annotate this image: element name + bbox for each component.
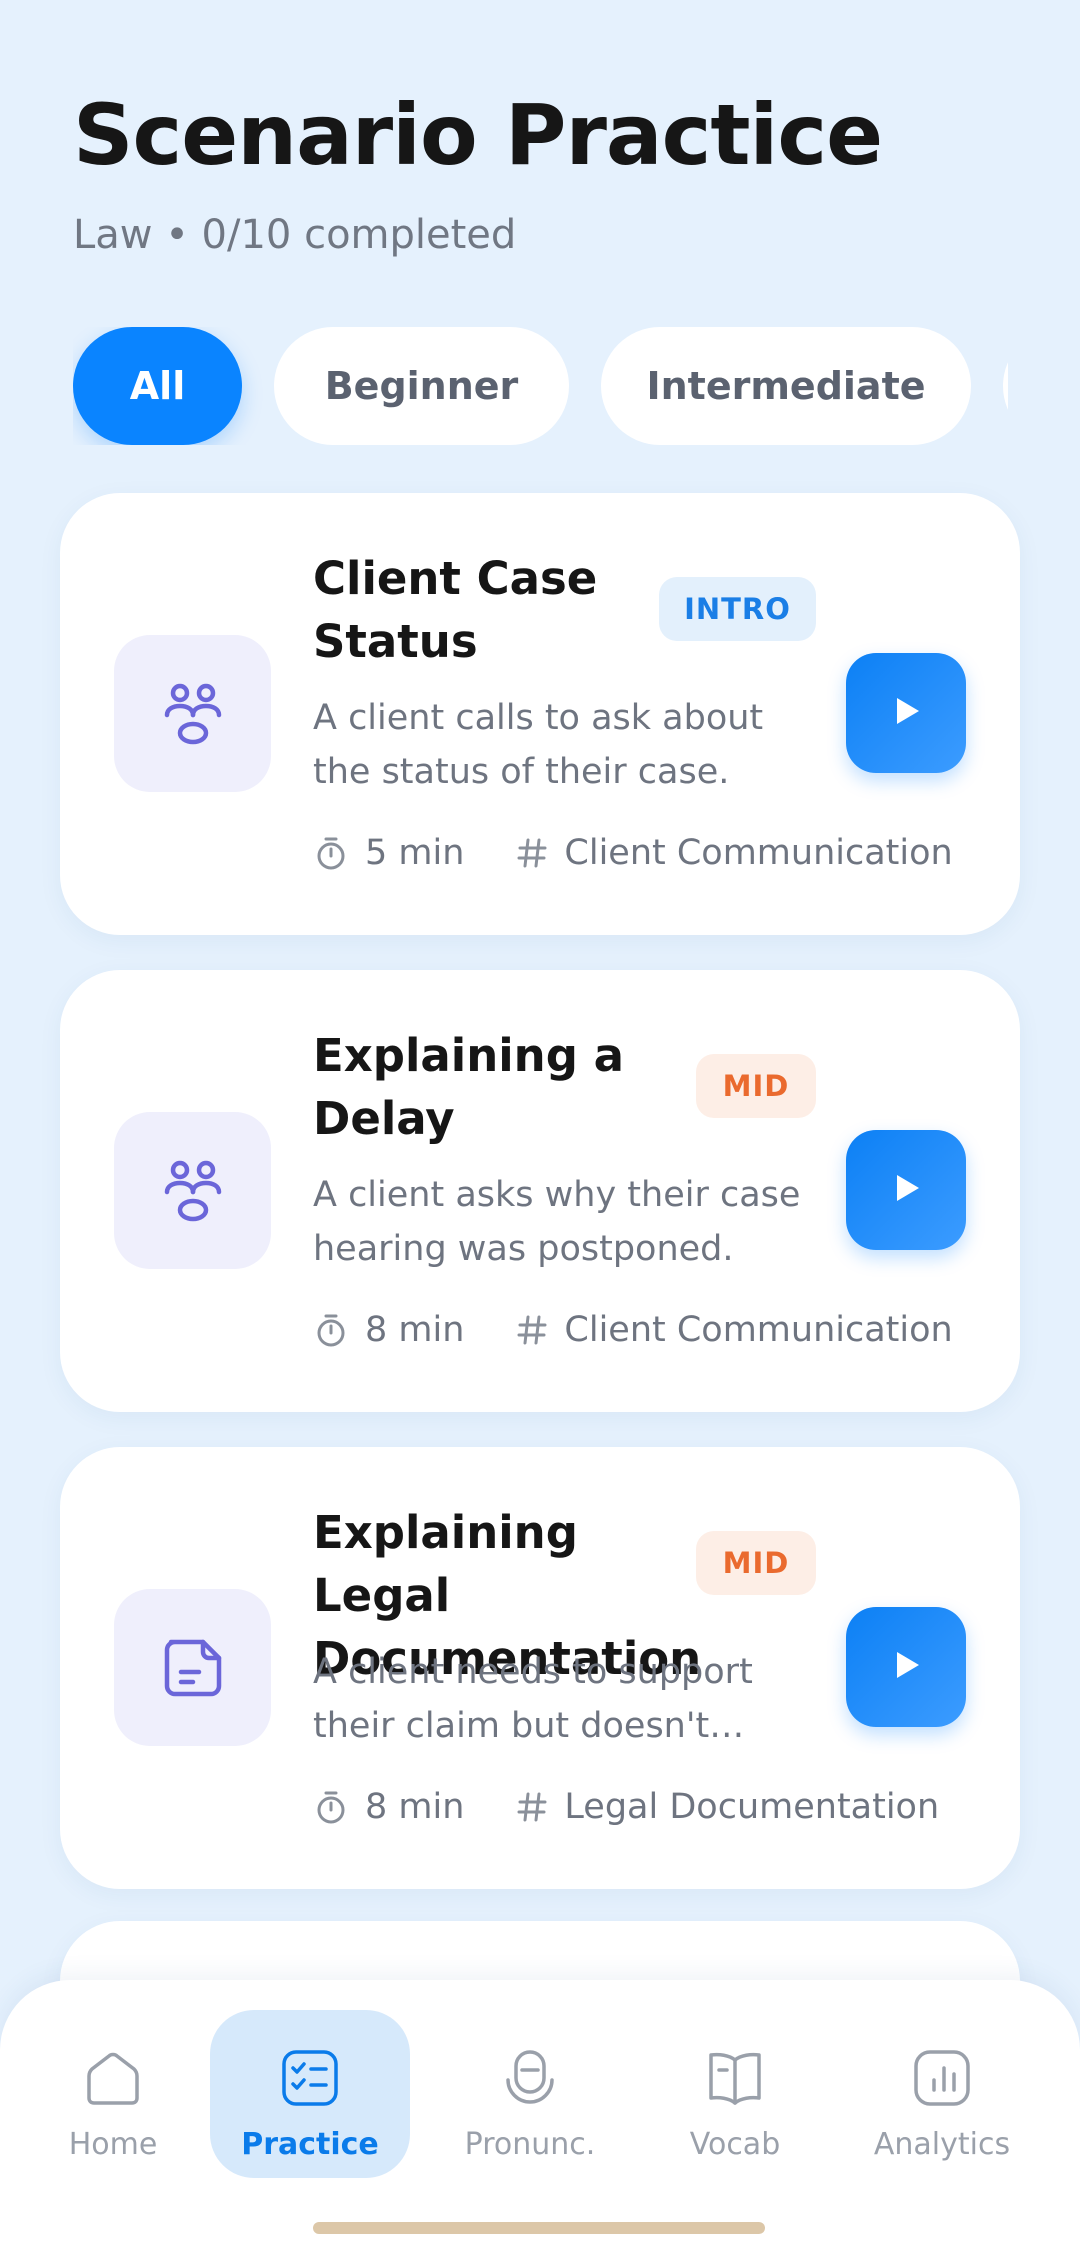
scenario-meta: 8 min Client Communication <box>313 1310 953 1350</box>
play-button[interactable] <box>846 1130 966 1250</box>
level-badge: MID <box>696 1054 816 1118</box>
filter-all[interactable]: All <box>73 327 242 445</box>
people-icon <box>114 1112 271 1269</box>
scenario-meta: 8 min Legal Documentation <box>313 1787 939 1827</box>
checklist-icon <box>278 2046 342 2115</box>
play-icon <box>889 1171 923 1210</box>
scenario-description: A client needs to support their claim bu… <box>313 1652 753 1746</box>
page-title: Scenario Practice <box>73 86 883 184</box>
duration-text: 8 min <box>365 1787 465 1827</box>
document-icon <box>114 1589 271 1746</box>
duration-text: 5 min <box>365 833 465 873</box>
category-text: Client Communication <box>564 1310 953 1350</box>
hash-icon <box>516 1314 548 1346</box>
microphone-icon <box>498 2046 562 2115</box>
play-button[interactable] <box>846 653 966 773</box>
category-text: Client Communication <box>564 833 953 873</box>
timer-icon <box>313 1789 349 1825</box>
duration-text: 8 min <box>365 1310 465 1350</box>
scenario-card[interactable]: Client Case Status INTRO A client calls … <box>60 493 1020 935</box>
play-button[interactable] <box>846 1607 966 1727</box>
nav-home[interactable]: Home <box>13 2010 213 2178</box>
hash-icon <box>516 1791 548 1823</box>
scenario-description: A client calls to ask about the status o… <box>313 698 764 792</box>
level-badge: INTRO <box>659 577 816 641</box>
filter-advanced[interactable] <box>1003 327 1008 445</box>
bottom-nav: Home Practice Pronunc. Vocab Analytics <box>0 1980 1080 2252</box>
book-icon <box>703 2046 767 2115</box>
play-icon <box>889 1648 923 1687</box>
scenario-title: Explaining a Delay <box>313 1029 624 1145</box>
nav-analytics[interactable]: Analytics <box>842 2010 1042 2178</box>
nav-practice[interactable]: Practice <box>210 2010 410 2178</box>
filter-chips: All Beginner Intermediate <box>73 327 1008 445</box>
nav-label: Pronunc. <box>464 2127 596 2162</box>
scenario-title: Client Case Status <box>313 552 598 668</box>
people-icon <box>114 635 271 792</box>
scenario-card[interactable]: Explaining Legal Documentation MID A cli… <box>60 1447 1020 1889</box>
nav-label: Home <box>68 2127 158 2162</box>
category-text: Legal Documentation <box>564 1787 940 1827</box>
home-indicator[interactable] <box>313 2222 765 2234</box>
scenario-meta: 5 min Client Communication <box>313 833 953 873</box>
analytics-icon <box>910 2046 974 2115</box>
page-subtitle: Law • 0/10 completed <box>73 212 517 258</box>
home-icon <box>81 2046 145 2115</box>
nav-label: Analytics <box>873 2127 1011 2162</box>
nav-vocab[interactable]: Vocab <box>635 2010 835 2178</box>
nav-label: Practice <box>241 2127 379 2162</box>
nav-pronunciation[interactable]: Pronunc. <box>430 2010 630 2178</box>
timer-icon <box>313 835 349 871</box>
scenario-card[interactable]: Explaining a Delay MID A client asks why… <box>60 970 1020 1412</box>
filter-intermediate[interactable]: Intermediate <box>601 327 971 445</box>
level-badge: MID <box>696 1531 816 1595</box>
filter-beginner[interactable]: Beginner <box>274 327 569 445</box>
nav-label: Vocab <box>689 2127 781 2162</box>
timer-icon <box>313 1312 349 1348</box>
scenario-description: A client asks why their case hearing was… <box>313 1175 801 1269</box>
play-icon <box>889 694 923 733</box>
hash-icon <box>516 837 548 869</box>
